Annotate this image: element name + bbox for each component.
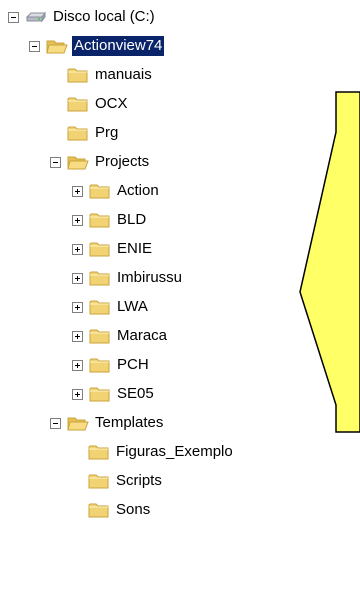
folder-icon bbox=[88, 472, 110, 490]
tree-item-prg[interactable]: Prg bbox=[67, 120, 120, 146]
folder-icon bbox=[67, 95, 89, 113]
tree-item-label: manuais bbox=[95, 66, 152, 83]
expand-toggle-icon[interactable] bbox=[72, 214, 83, 226]
tree-item-manuais[interactable]: manuais bbox=[67, 62, 154, 88]
tree-item-label: LWA bbox=[117, 298, 148, 315]
tree-item-label: Prg bbox=[95, 124, 119, 141]
tree-item-label: Projects bbox=[95, 153, 150, 170]
tree-item-label: OCX bbox=[95, 95, 128, 112]
tree-item-label: Scripts bbox=[116, 472, 162, 489]
tree-item-project[interactable]: SE05 bbox=[72, 381, 156, 407]
tree-item-project[interactable]: ENIE bbox=[72, 236, 154, 262]
folder-icon bbox=[89, 327, 111, 345]
folder-icon bbox=[89, 356, 111, 374]
tree-item-project[interactable]: PCH bbox=[72, 352, 151, 378]
folder-icon bbox=[89, 269, 111, 287]
folder-icon bbox=[88, 443, 110, 461]
tree-item-templates[interactable]: Templates bbox=[50, 410, 165, 436]
folder-icon bbox=[88, 501, 110, 519]
collapse-toggle-icon[interactable] bbox=[50, 156, 61, 168]
tree-item-label: Templates bbox=[95, 414, 164, 431]
expand-toggle-icon[interactable] bbox=[72, 359, 83, 371]
expand-toggle-icon[interactable] bbox=[72, 243, 83, 255]
expand-toggle-icon[interactable] bbox=[72, 301, 83, 313]
expand-toggle-icon[interactable] bbox=[72, 185, 83, 197]
tree-item-label: PCH bbox=[117, 356, 149, 373]
tree-item-local-disk[interactable]: Disco local (C:) bbox=[8, 4, 157, 30]
folder-icon bbox=[89, 385, 111, 403]
tree-item-actionview74[interactable]: Actionview74 bbox=[29, 33, 165, 59]
collapse-toggle-icon[interactable] bbox=[29, 40, 40, 52]
folder-icon bbox=[67, 66, 89, 84]
folder-tree: Disco local (C:) Actionview74 manuais OC… bbox=[0, 0, 360, 610]
folder-icon bbox=[89, 211, 111, 229]
tree-item-ocx[interactable]: OCX bbox=[67, 91, 130, 117]
collapse-toggle-icon[interactable] bbox=[8, 11, 19, 23]
tree-item-projects[interactable]: Projects bbox=[50, 149, 151, 175]
tree-item-template[interactable]: Figuras_Exemplo bbox=[88, 439, 235, 465]
folder-open-icon bbox=[46, 37, 68, 55]
folder-icon bbox=[67, 124, 89, 142]
collapse-toggle-icon[interactable] bbox=[50, 417, 61, 429]
tree-item-label: Sons bbox=[116, 501, 151, 518]
folder-icon bbox=[89, 240, 111, 258]
expand-toggle-icon[interactable] bbox=[72, 330, 83, 342]
tree-item-label: Imbirussu bbox=[117, 269, 183, 286]
tree-item-template[interactable]: Sons bbox=[88, 497, 152, 523]
tree-item-project[interactable]: Action bbox=[72, 178, 161, 204]
tree-item-label: Action bbox=[117, 182, 159, 199]
tree-item-project[interactable]: Maraca bbox=[72, 323, 169, 349]
expand-toggle-icon[interactable] bbox=[72, 388, 83, 400]
tree-item-project[interactable]: LWA bbox=[72, 294, 150, 320]
tree-item-label: Figuras_Exemplo bbox=[116, 443, 233, 460]
tree-item-template[interactable]: Scripts bbox=[88, 468, 164, 494]
tree-item-label: BLD bbox=[117, 211, 147, 228]
folder-icon bbox=[89, 182, 111, 200]
hard-drive-icon bbox=[25, 8, 47, 26]
folder-icon bbox=[89, 298, 111, 316]
tree-item-label: ENIE bbox=[117, 240, 153, 257]
folder-open-icon bbox=[67, 153, 89, 171]
tree-item-label-selected: Actionview74 bbox=[72, 36, 165, 56]
tree-item-project[interactable]: Imbirussu bbox=[72, 265, 184, 291]
tree-item-label: Maraca bbox=[117, 327, 168, 344]
expand-toggle-icon[interactable] bbox=[72, 272, 83, 284]
folder-open-icon bbox=[67, 414, 89, 432]
tree-item-project[interactable]: BLD bbox=[72, 207, 148, 233]
tree-item-label: Disco local (C:) bbox=[53, 8, 155, 25]
tree-item-label: SE05 bbox=[117, 385, 154, 402]
